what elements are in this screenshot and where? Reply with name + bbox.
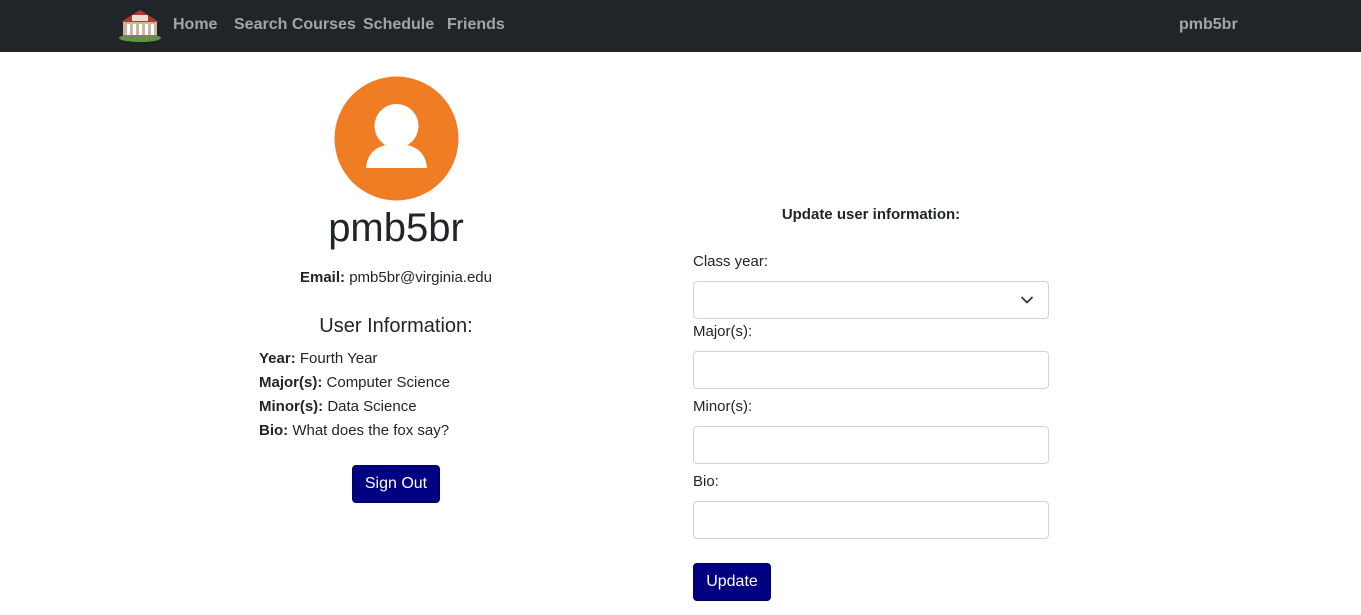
- email-label: Email:: [300, 269, 346, 286]
- navbar: Home Search Courses Schedule Friends pmb…: [0, 0, 1361, 52]
- info-row-majors: Major(s): Computer Science: [259, 371, 450, 395]
- info-label: Year:: [259, 350, 296, 367]
- profile-email: Email: pmb5br@virginia.edu: [246, 268, 546, 288]
- class-year-label: Class year:: [693, 253, 769, 270]
- nav-search-courses-link[interactable]: Search Courses: [234, 15, 356, 35]
- class-year-select[interactable]: [693, 281, 1049, 319]
- info-label: Bio:: [259, 422, 289, 439]
- info-value: Data Science: [327, 398, 417, 415]
- info-row-minors: Minor(s): Data Science: [259, 395, 450, 419]
- minors-input[interactable]: [693, 426, 1049, 464]
- majors-input[interactable]: [693, 351, 1049, 389]
- info-value: Fourth Year: [299, 350, 378, 367]
- info-value: What does the fox say?: [292, 422, 450, 439]
- info-label: Minor(s):: [259, 398, 324, 415]
- minors-label: Minor(s):: [693, 398, 753, 415]
- bio-input[interactable]: [693, 501, 1049, 539]
- nav-schedule-link[interactable]: Schedule: [363, 15, 434, 35]
- info-row-year: Year: Fourth Year: [259, 347, 450, 371]
- email-value: pmb5br@virginia.edu: [349, 269, 492, 286]
- nav-user-link[interactable]: pmb5br: [1179, 15, 1238, 35]
- building-logo-icon[interactable]: [118, 7, 162, 43]
- info-label: Major(s):: [259, 374, 323, 391]
- nav-home-link[interactable]: Home: [173, 15, 217, 35]
- info-value: Computer Science: [326, 374, 450, 391]
- info-row-bio: Bio: What does the fox say?: [259, 419, 450, 443]
- chevron-down-icon: [1021, 296, 1033, 304]
- user-information-list: Year: Fourth Year Major(s): Computer Sci…: [259, 347, 450, 443]
- user-information-heading: User Information:: [319, 315, 473, 337]
- user-avatar-icon: [334, 76, 459, 201]
- update-button[interactable]: Update: [693, 563, 771, 601]
- sign-out-button[interactable]: Sign Out: [352, 465, 440, 503]
- bio-label: Bio:: [693, 473, 719, 490]
- update-form-title: Update user information:: [781, 206, 961, 223]
- profile-username: pmb5br: [328, 206, 464, 250]
- majors-label: Major(s):: [693, 323, 753, 340]
- nav-friends-link[interactable]: Friends: [447, 15, 505, 35]
